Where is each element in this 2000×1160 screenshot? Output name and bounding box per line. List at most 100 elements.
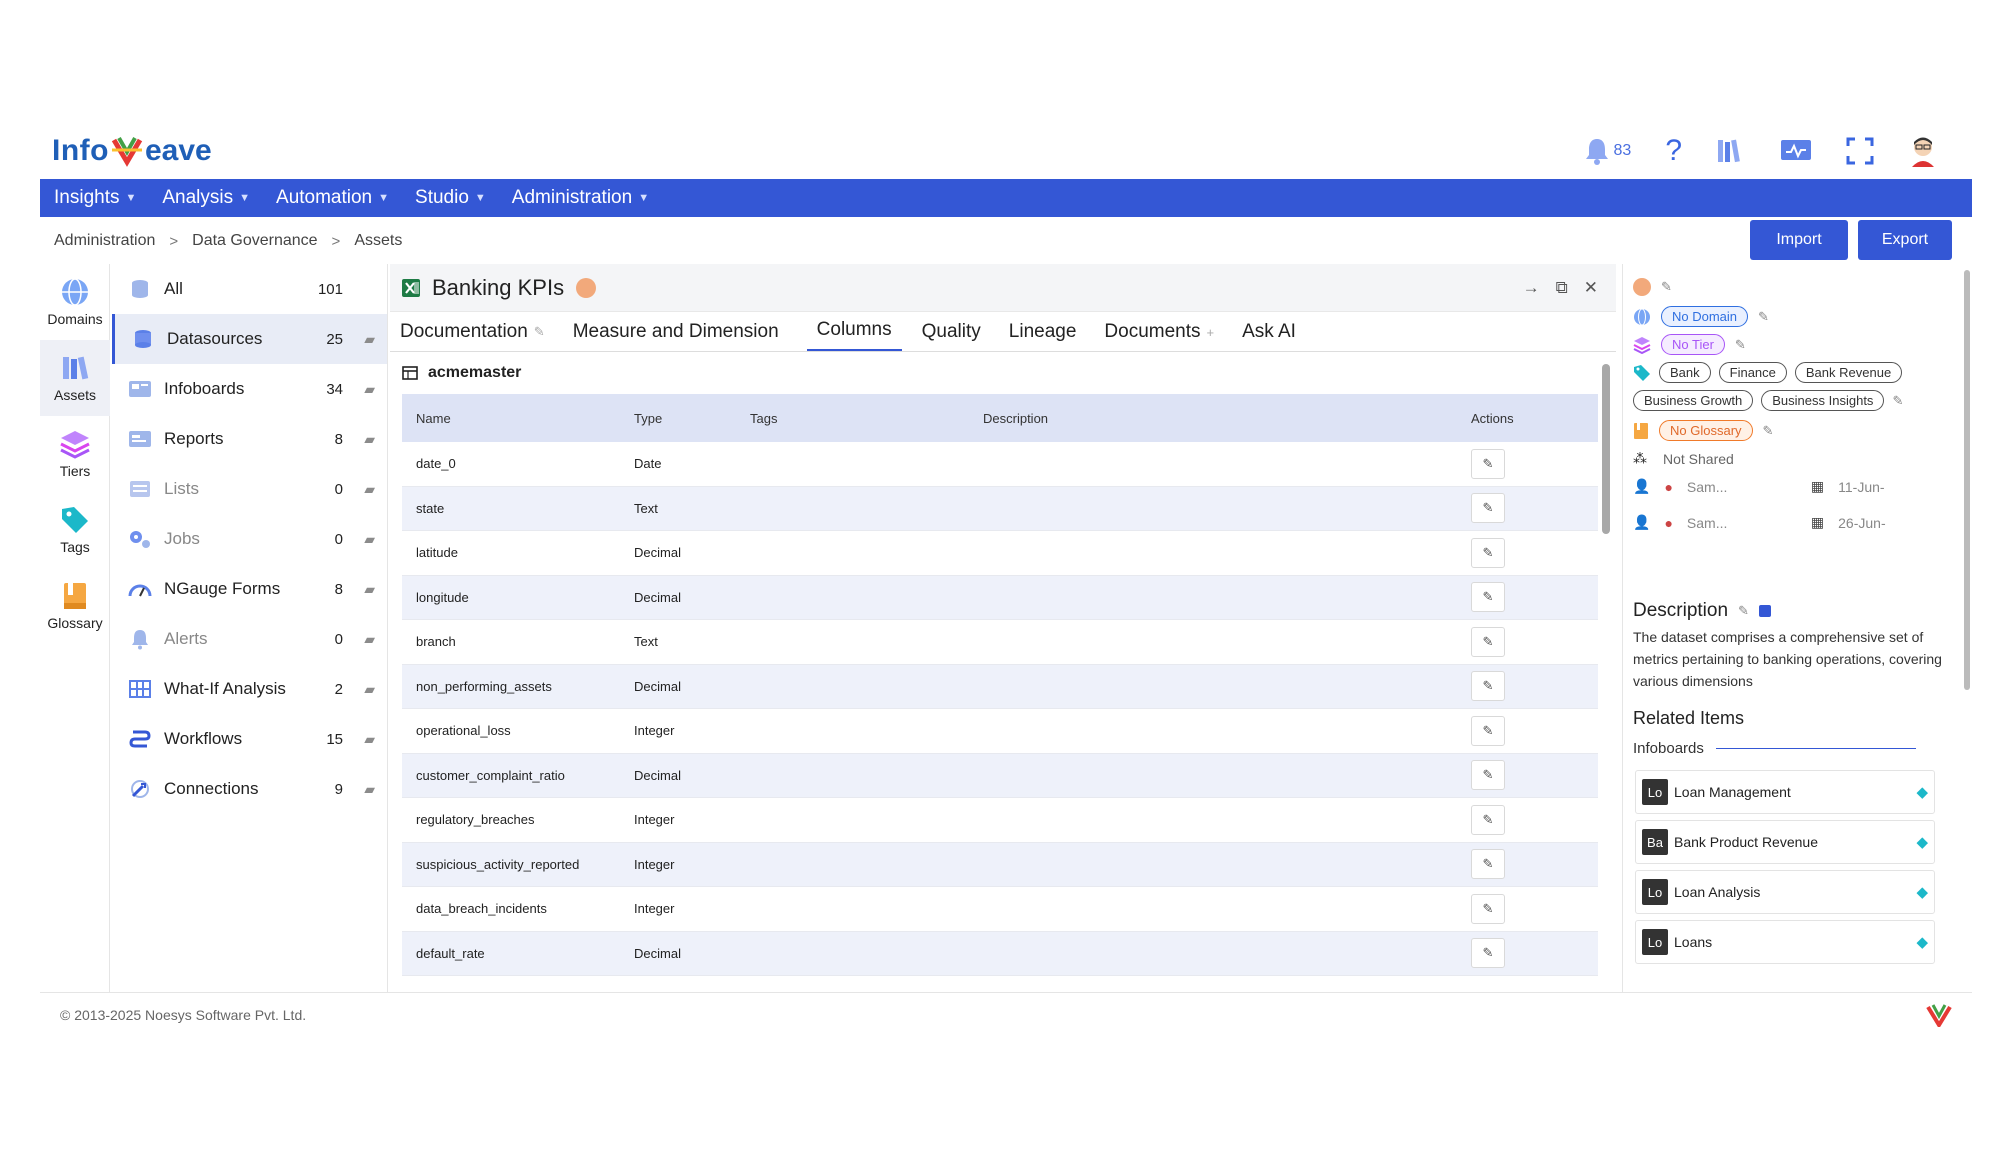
pencil-icon[interactable]: ✎ — [1758, 309, 1769, 325]
rail-tiers[interactable]: Tiers — [40, 416, 110, 492]
breadcrumb-data-governance[interactable]: Data Governance — [192, 232, 317, 250]
infoveave-logo[interactable]: Info eave — [52, 128, 212, 174]
infoboard-badge: Ba — [1642, 829, 1668, 855]
folder-icon[interactable]: ▰ — [364, 481, 375, 498]
report-icon — [126, 429, 154, 449]
category-what-if-analysis[interactable]: What-If Analysis 2 ▰ — [112, 664, 387, 714]
tag-icon[interactable]: ◆ — [1916, 833, 1928, 851]
category-all[interactable]: All 101 — [112, 264, 387, 314]
tab-quality[interactable]: Quality — [922, 321, 989, 351]
library-icon[interactable] — [1716, 137, 1746, 165]
edit-icon[interactable]: ✎ — [1471, 938, 1505, 969]
tag-pill[interactable]: Bank Revenue — [1794, 362, 1903, 383]
fullscreen-icon[interactable] — [1846, 137, 1874, 165]
folder-icon[interactable]: ▰ — [364, 331, 375, 348]
nav-insights[interactable]: Insights ▼ — [54, 187, 136, 209]
tag-icon[interactable]: ◆ — [1916, 783, 1928, 801]
layers-icon — [1633, 336, 1651, 354]
tag-pill[interactable]: Finance — [1718, 362, 1787, 383]
category-infoboards[interactable]: Infoboards 34 ▰ — [112, 364, 387, 414]
folder-icon[interactable]: ▰ — [364, 681, 375, 698]
column-actions: ✎ — [1471, 760, 1598, 791]
related-infoboard-card[interactable]: Lo Loan Management ◆ — [1635, 770, 1935, 814]
export-button[interactable]: Export — [1858, 220, 1952, 260]
category-ngauge-forms[interactable]: NGauge Forms 8 ▰ — [112, 564, 387, 614]
category-jobs[interactable]: Jobs 0 ▰ — [112, 514, 387, 564]
category-reports[interactable]: Reports 8 ▰ — [112, 414, 387, 464]
folder-icon[interactable]: ▰ — [364, 381, 375, 398]
tab-measure-and-dimension[interactable]: Measure and Dimension — [573, 321, 787, 351]
arrow-right-icon[interactable]: → — [1523, 278, 1540, 298]
pencil-icon[interactable]: ✎ — [1661, 279, 1672, 295]
tab-ask-ai[interactable]: Ask AI — [1242, 321, 1304, 351]
tab-documentation[interactable]: Documentation ✎ — [400, 321, 553, 351]
nav-automation[interactable]: Automation ▼ — [276, 187, 389, 209]
rail-domains[interactable]: Domains — [40, 264, 110, 340]
nav-studio[interactable]: Studio ▼ — [415, 187, 486, 209]
ai-icon[interactable] — [1758, 605, 1771, 617]
user-avatar[interactable] — [1908, 135, 1938, 167]
tag-icon[interactable]: ◆ — [1916, 933, 1928, 951]
chevron-right-icon: > — [169, 232, 179, 250]
related-infoboard-card[interactable]: Ba Bank Product Revenue ◆ — [1635, 820, 1935, 864]
folder-icon[interactable]: ▰ — [364, 581, 375, 598]
folder-icon[interactable]: ▰ — [364, 631, 375, 648]
category-alerts[interactable]: Alerts 0 ▰ — [112, 614, 387, 664]
folder-icon[interactable]: ▰ — [364, 731, 375, 748]
domain-pill[interactable]: No Domain — [1661, 306, 1749, 327]
tier-pill[interactable]: No Tier — [1661, 334, 1725, 355]
pencil-icon[interactable]: ✎ — [1892, 393, 1903, 409]
tab-documents[interactable]: Documents + — [1104, 321, 1222, 351]
edit-icon[interactable]: ✎ — [1471, 537, 1505, 568]
workflow-icon — [126, 728, 154, 750]
folder-icon[interactable]: ▰ — [364, 781, 375, 798]
edit-icon[interactable]: ✎ — [1471, 493, 1505, 524]
nav-administration[interactable]: Administration ▼ — [512, 187, 649, 209]
category-datasources[interactable]: Datasources 25 ▰ — [112, 314, 387, 364]
category-connections[interactable]: Connections 9 ▰ — [112, 764, 387, 814]
column-type: Decimal — [634, 678, 681, 694]
tag-icon[interactable]: ◆ — [1916, 883, 1928, 901]
edit-icon[interactable]: ✎ — [1471, 804, 1505, 835]
help-icon[interactable]: ? — [1665, 134, 1682, 168]
edit-icon[interactable]: ✎ — [1471, 849, 1505, 880]
edit-icon[interactable]: ✎ — [1471, 893, 1505, 924]
import-button[interactable]: Import — [1750, 220, 1848, 260]
tag-pill[interactable]: Business Insights — [1761, 390, 1885, 411]
glossary-pill[interactable]: No Glossary — [1659, 420, 1753, 441]
open-external-icon[interactable]: ⧉ — [1556, 278, 1568, 298]
folder-icon[interactable]: ▰ — [364, 531, 375, 548]
category-workflows[interactable]: Workflows 15 ▰ — [112, 714, 387, 764]
rail-assets[interactable]: Assets — [40, 340, 110, 416]
edit-icon[interactable]: ✎ — [1471, 448, 1505, 479]
tab-columns[interactable]: Columns — [806, 319, 902, 351]
columns-table-header: Name Type Tags Description Actions — [402, 394, 1598, 442]
breadcrumb-administration[interactable]: Administration — [54, 232, 155, 250]
edit-icon[interactable]: ✎ — [1471, 715, 1505, 746]
pencil-icon[interactable]: ✎ — [1735, 337, 1746, 353]
tab-lineage[interactable]: Lineage — [1009, 321, 1085, 351]
folder-icon[interactable]: ▰ — [364, 431, 375, 448]
related-infoboard-card[interactable]: Lo Loans ◆ — [1635, 920, 1935, 964]
monitor-icon[interactable] — [1780, 138, 1812, 164]
category-lists[interactable]: Lists 0 ▰ — [112, 464, 387, 514]
edit-icon[interactable]: ✎ — [1471, 671, 1505, 702]
header-tags: Tags — [750, 410, 778, 426]
table-scrollbar[interactable] — [1602, 364, 1610, 534]
panel-scrollbar[interactable] — [1964, 270, 1970, 690]
tag-pill[interactable]: Business Growth — [1633, 390, 1754, 411]
tag-pill[interactable]: Bank — [1659, 362, 1711, 383]
pencil-icon[interactable]: ✎ — [1763, 423, 1774, 439]
rail-glossary[interactable]: Glossary — [40, 568, 110, 644]
pencil-icon[interactable]: ✎ — [1738, 603, 1749, 619]
nav-analysis[interactable]: Analysis ▼ — [162, 187, 250, 209]
close-icon[interactable]: ✕ — [1584, 278, 1598, 298]
edit-icon[interactable]: ✎ — [1471, 760, 1505, 791]
edit-icon[interactable]: ✎ — [1471, 626, 1505, 657]
table-name: acmemaster — [402, 364, 521, 382]
rail-tags[interactable]: Tags — [40, 492, 110, 568]
related-infoboard-card[interactable]: Lo Loan Analysis ◆ — [1635, 870, 1935, 914]
header-actions: Actions — [1471, 410, 1514, 426]
edit-icon[interactable]: ✎ — [1471, 582, 1505, 613]
notifications-button[interactable]: 83 — [1584, 137, 1631, 165]
